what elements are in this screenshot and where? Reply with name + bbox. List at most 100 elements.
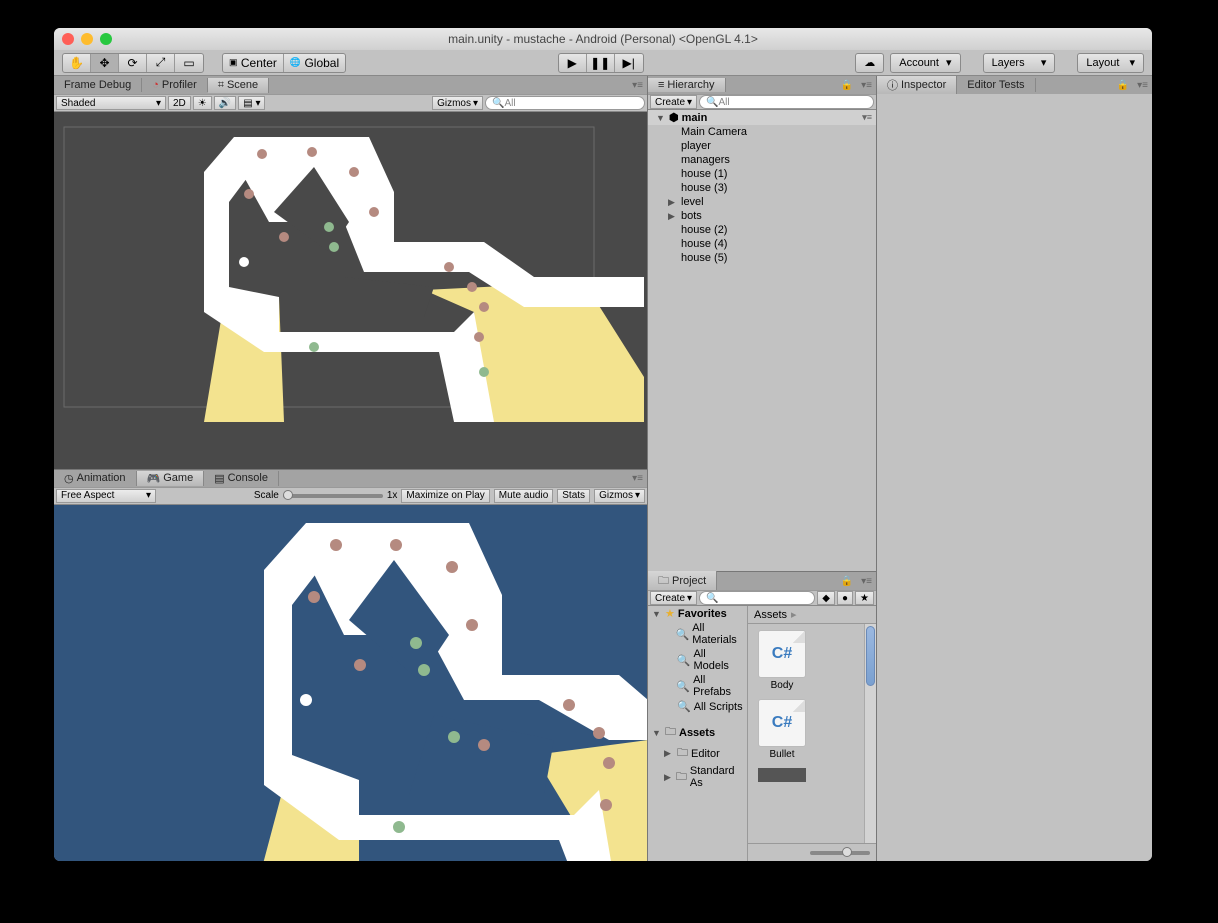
transform-tools: ✋ ✥ ⟳ ⤢ ▭: [62, 53, 204, 73]
gizmos-dropdown[interactable]: Gizmos ▾: [432, 96, 483, 110]
tab-animation[interactable]: ◷Animation: [54, 471, 137, 486]
pivot-handle-group: ▣ Center 🌐 Global: [222, 53, 346, 73]
aspect-dropdown[interactable]: Free Aspect▾: [56, 489, 156, 503]
window-close[interactable]: [62, 33, 74, 45]
scale-tool[interactable]: ⤢: [147, 54, 175, 72]
scene-row[interactable]: ▼⬢main▾≡: [648, 110, 876, 125]
right-column: ⓘInspector Editor Tests 🔒 ▾≡: [877, 76, 1152, 861]
window-title: main.unity - mustache - Android (Persona…: [54, 32, 1152, 46]
step-button[interactable]: ▶|: [615, 54, 643, 72]
scale-value: 1x: [387, 490, 398, 501]
stats-toggle[interactable]: Stats: [557, 489, 590, 503]
rotate-tool[interactable]: ⟳: [119, 54, 147, 72]
panel-menu-icon[interactable]: ▾≡: [1133, 80, 1152, 91]
search-save-icon[interactable]: ★: [855, 591, 874, 605]
global-handle-button[interactable]: 🌐 Global: [284, 54, 345, 72]
move-tool[interactable]: ✥: [91, 54, 119, 72]
game-view[interactable]: [54, 505, 647, 862]
hierarchy-item[interactable]: house (4): [648, 237, 876, 251]
titlebar: main.unity - mustache - Android (Persona…: [54, 28, 1152, 50]
asset-size-slider[interactable]: [748, 843, 876, 861]
hierarchy-item[interactable]: house (2): [648, 223, 876, 237]
tab-inspector[interactable]: ⓘInspector: [877, 76, 957, 94]
tab-scene[interactable]: ⌗Scene: [208, 78, 269, 93]
scale-label: Scale: [254, 490, 279, 501]
search-label-icon[interactable]: ●: [837, 591, 853, 605]
hierarchy-create-dropdown[interactable]: Create ▾: [650, 95, 697, 109]
tab-console[interactable]: ▤Console: [204, 471, 279, 486]
asset-grid[interactable]: C#Body C#Bullet: [748, 624, 864, 843]
lock-icon[interactable]: 🔒: [1113, 80, 1133, 91]
unity-icon: ⬢: [669, 111, 679, 124]
layers-dropdown[interactable]: Layers ▾: [983, 53, 1056, 73]
pause-button[interactable]: ❚❚: [587, 54, 615, 72]
folder-item[interactable]: ▶🗀Standard As: [648, 764, 747, 790]
panel-menu-icon[interactable]: ▾≡: [857, 576, 876, 587]
scene-search[interactable]: 🔍All: [485, 96, 645, 110]
project-panel: 🗀Project 🔒 ▾≡ Create ▾ 🔍 ◆ ● ★ ▼★Favorit…: [648, 571, 876, 861]
hierarchy-item[interactable]: ▶bots: [648, 209, 876, 223]
project-tree: ▼★Favorites 🔍All Materials🔍All Models🔍Al…: [648, 606, 748, 861]
tab-project[interactable]: 🗀Project: [648, 571, 717, 592]
scene-view[interactable]: [54, 112, 647, 469]
hierarchy-item[interactable]: managers: [648, 153, 876, 167]
shading-dropdown[interactable]: Shaded▾: [56, 96, 166, 110]
lighting-toggle[interactable]: ☀: [193, 96, 212, 110]
audio-toggle[interactable]: 🔊: [214, 96, 236, 110]
favorite-item[interactable]: 🔍All Scripts: [648, 699, 747, 714]
left-column: Frame Debug ◔Profiler ⌗Scene ▾≡ Shaded▾ …: [54, 76, 648, 861]
lock-icon[interactable]: 🔒: [837, 576, 857, 587]
project-search[interactable]: 🔍: [699, 591, 815, 605]
panel-menu-icon[interactable]: ▾≡: [628, 473, 647, 484]
hierarchy-search[interactable]: 🔍All: [699, 95, 874, 109]
hierarchy-item[interactable]: ▶level: [648, 195, 876, 209]
play-controls: ▶ ❚❚ ▶|: [558, 53, 644, 73]
middle-column: ≡Hierarchy 🔒 ▾≡ Create ▾ 🔍All ▼⬢main▾≡ M…: [648, 76, 877, 861]
mute-audio-toggle[interactable]: Mute audio: [494, 489, 553, 503]
folder-item[interactable]: ▶🗀Editor: [648, 743, 747, 764]
play-button[interactable]: ▶: [559, 54, 587, 72]
hierarchy-item[interactable]: house (5): [648, 251, 876, 265]
hierarchy-body: ▼⬢main▾≡ Main Cameraplayermanagershouse …: [648, 110, 876, 571]
csharp-icon: C#: [758, 699, 806, 747]
hierarchy-item[interactable]: Main Camera: [648, 125, 876, 139]
main-toolbar: ✋ ✥ ⟳ ⤢ ▭ ▣ Center 🌐 Global ▶ ❚❚ ▶| ☁ Ac…: [54, 50, 1152, 76]
tab-hierarchy[interactable]: ≡Hierarchy: [648, 78, 726, 92]
cloud-button[interactable]: ☁: [855, 53, 884, 73]
asset-item[interactable]: C#Bullet: [754, 699, 810, 760]
panel-menu-icon[interactable]: ▾≡: [628, 80, 647, 91]
project-scrollbar[interactable]: [864, 624, 876, 843]
tab-frame-debug[interactable]: Frame Debug: [54, 78, 142, 92]
assets-root[interactable]: ▼🗀Assets: [648, 722, 747, 743]
project-assets: Assets ▸ C#BodyC#Bullet: [748, 606, 876, 861]
panel-menu-icon[interactable]: ▾≡: [857, 80, 876, 91]
asset-item[interactable]: C#Body: [754, 630, 810, 691]
favorite-item[interactable]: 🔍All Prefabs: [648, 673, 747, 699]
tab-game[interactable]: 🎮Game: [137, 471, 205, 486]
tab-profiler[interactable]: ◔Profiler: [142, 78, 208, 92]
tab-editor-tests[interactable]: Editor Tests: [957, 78, 1035, 92]
scale-slider[interactable]: [283, 494, 383, 498]
account-dropdown[interactable]: Account ▾: [890, 53, 960, 73]
layout-dropdown[interactable]: Layout ▾: [1077, 53, 1144, 73]
search-filter-icon[interactable]: ◆: [817, 591, 835, 605]
lock-icon[interactable]: 🔒: [837, 80, 857, 91]
hierarchy-item[interactable]: player: [648, 139, 876, 153]
favorites-row[interactable]: ▼★Favorites: [648, 606, 747, 621]
unity-window: main.unity - mustache - Android (Persona…: [54, 28, 1152, 861]
hierarchy-item[interactable]: house (1): [648, 167, 876, 181]
favorite-item[interactable]: 🔍All Materials: [648, 621, 747, 647]
fx-toggle[interactable]: ▤ ▾: [238, 96, 265, 110]
game-gizmos-dropdown[interactable]: Gizmos ▾: [594, 489, 645, 503]
maximize-on-play-toggle[interactable]: Maximize on Play: [401, 489, 489, 503]
center-pivot-button[interactable]: ▣ Center: [223, 54, 284, 72]
2d-toggle[interactable]: 2D: [168, 96, 191, 110]
breadcrumb[interactable]: Assets: [754, 609, 787, 621]
hierarchy-item[interactable]: house (3): [648, 181, 876, 195]
rect-tool[interactable]: ▭: [175, 54, 203, 72]
project-create-dropdown[interactable]: Create ▾: [650, 591, 697, 605]
window-minimize[interactable]: [81, 33, 93, 45]
window-maximize[interactable]: [100, 33, 112, 45]
hand-tool[interactable]: ✋: [63, 54, 91, 72]
favorite-item[interactable]: 🔍All Models: [648, 647, 747, 673]
